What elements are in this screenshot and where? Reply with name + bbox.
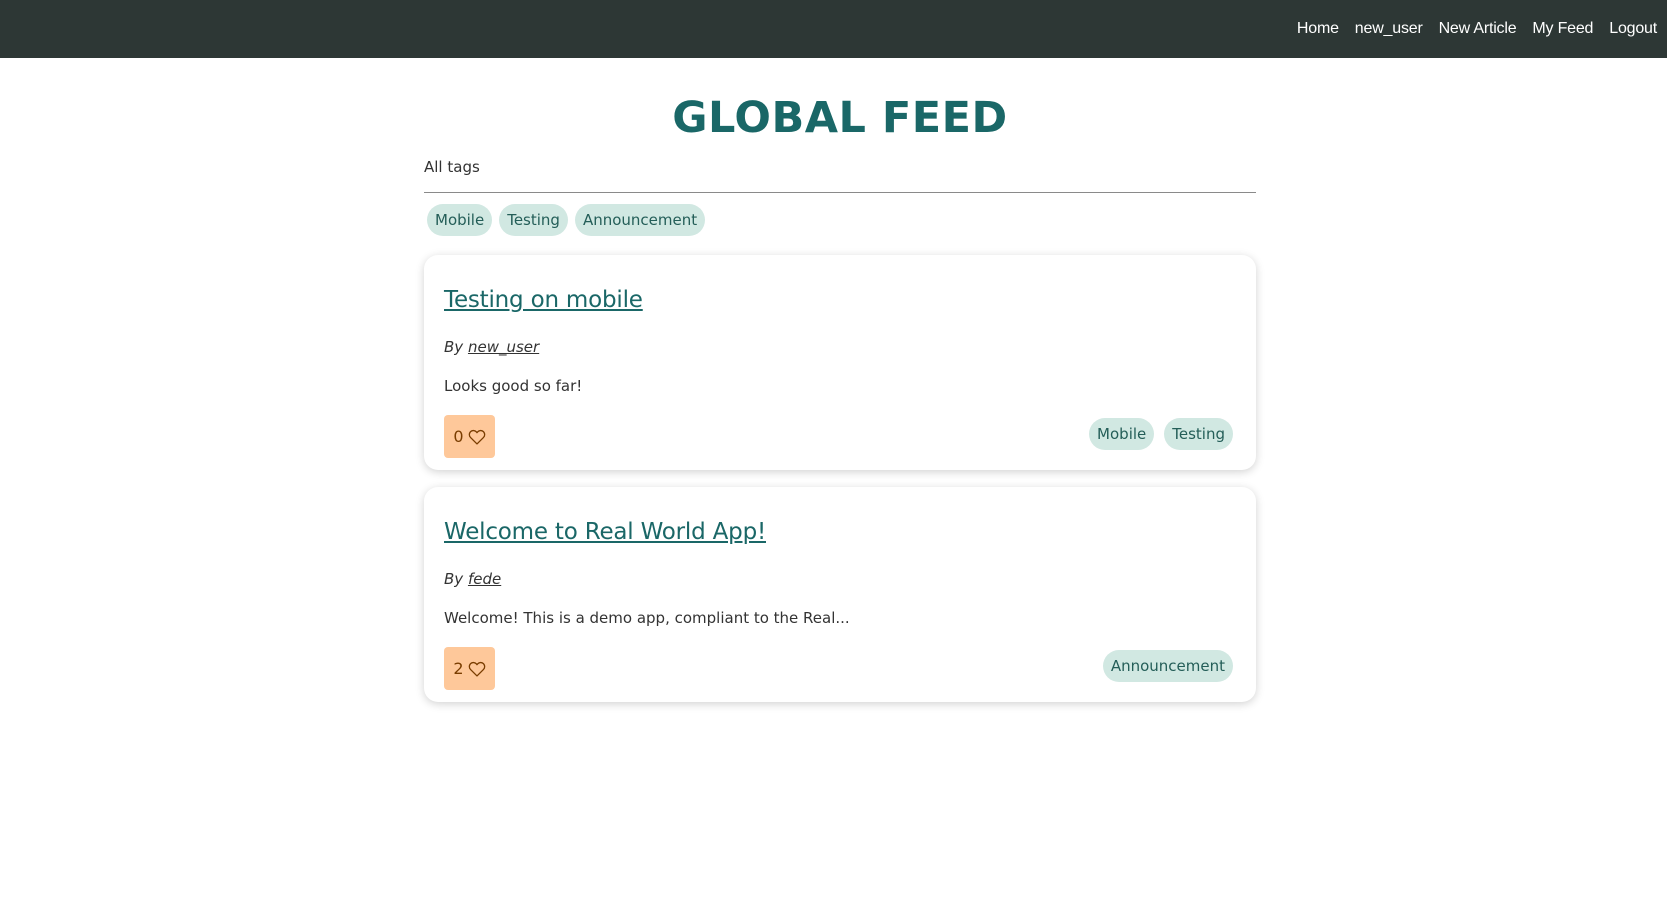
nav-home-link[interactable]: Home — [1297, 20, 1339, 38]
heart-icon — [468, 429, 485, 445]
article-tag-announcement[interactable]: Announcement — [1102, 650, 1233, 682]
like-button[interactable]: 2 — [444, 647, 495, 690]
tag-filter-mobile[interactable]: Mobile — [427, 204, 493, 236]
article-tag-list: Announcement — [1102, 650, 1233, 682]
tag-filter-list: Mobile Testing Announcement — [424, 204, 1256, 236]
like-button[interactable]: 0 — [444, 415, 495, 458]
like-count: 2 — [453, 659, 464, 678]
nav-profile-link[interactable]: new_user — [1355, 20, 1423, 38]
article-excerpt: Welcome! This is a demo app, compliant t… — [444, 609, 850, 627]
article-title-link[interactable]: Welcome to Real World App! — [444, 519, 766, 545]
tag-filter-testing[interactable]: Testing — [499, 204, 568, 236]
page-title: GLOBAL FEED — [672, 93, 1008, 143]
main-content: GLOBAL FEED All tags Mobile Testing Anno… — [424, 58, 1256, 702]
tag-filter-announcement[interactable]: Announcement — [574, 204, 706, 236]
article-tag-list: Mobile Testing — [1089, 418, 1233, 450]
article-list: Testing on mobile By new_user Looks good… — [424, 255, 1256, 702]
article-tag-mobile[interactable]: Mobile — [1089, 418, 1155, 450]
article-author-link[interactable]: new_user — [468, 338, 539, 356]
article-title-link[interactable]: Testing on mobile — [444, 287, 643, 313]
top-navbar: Home new_user New Article My Feed Logout — [0, 0, 1667, 58]
like-count: 0 — [453, 427, 464, 446]
byline-prefix: By — [444, 570, 464, 588]
article-author-link[interactable]: fede — [468, 570, 501, 588]
article-card: Testing on mobile By new_user Looks good… — [424, 255, 1256, 470]
article-excerpt: Looks good so far! — [444, 377, 583, 395]
article-tag-testing[interactable]: Testing — [1164, 418, 1233, 450]
tags-header: All tags — [424, 158, 480, 176]
byline-prefix: By — [444, 338, 464, 356]
article-byline: By new_user — [444, 338, 539, 356]
article-byline: By fede — [444, 570, 501, 588]
nav-my-feed-link[interactable]: My Feed — [1532, 20, 1593, 38]
nav-new-article-link[interactable]: New Article — [1439, 20, 1517, 38]
article-card: Welcome to Real World App! By fede Welco… — [424, 487, 1256, 702]
heart-icon — [468, 661, 485, 677]
tags-divider — [424, 192, 1256, 193]
nav-logout-link[interactable]: Logout — [1609, 20, 1657, 38]
